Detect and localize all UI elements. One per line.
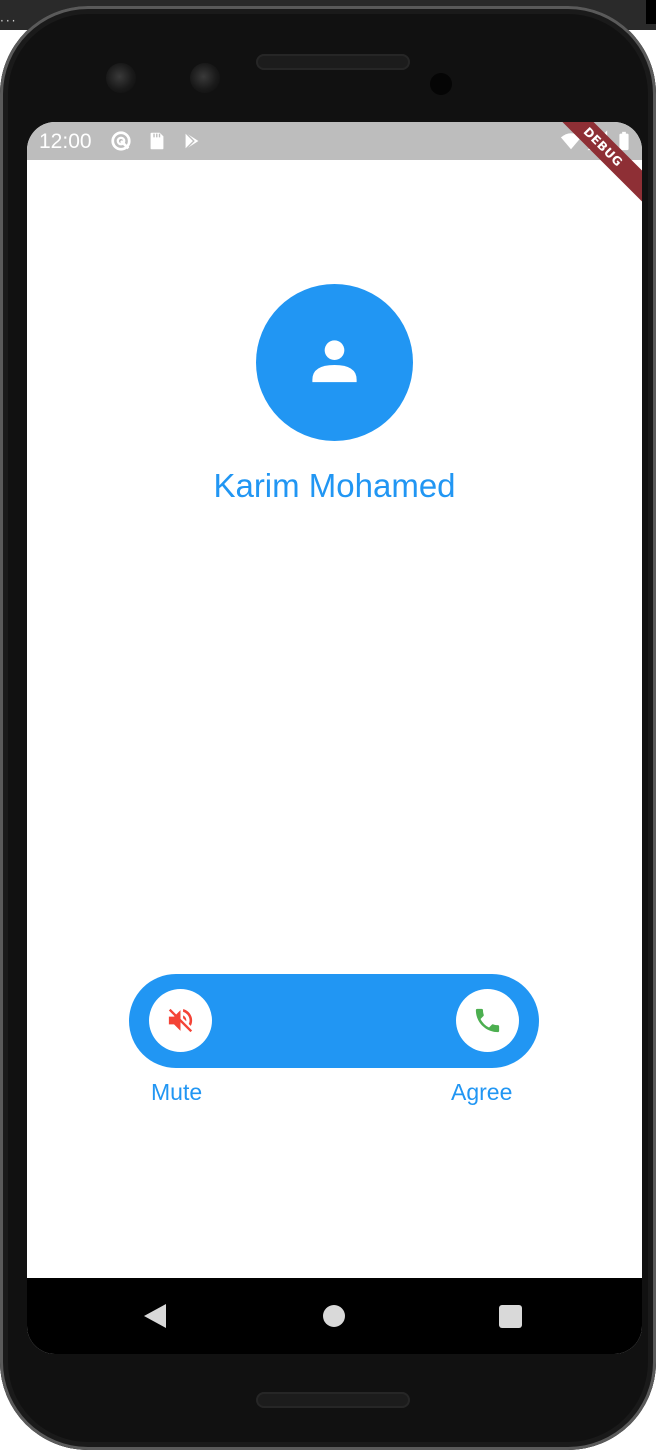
- mute-button[interactable]: [149, 989, 212, 1052]
- bezel-edge: [646, 0, 656, 24]
- agree-label: Agree: [451, 1079, 513, 1105]
- recents-icon[interactable]: [499, 1305, 522, 1328]
- home-icon[interactable]: [323, 1305, 345, 1327]
- volume-off-icon: [168, 1008, 193, 1033]
- bottom-speaker: [256, 1392, 410, 1408]
- front-camera-left: [106, 63, 136, 93]
- proximity-sensor: [430, 73, 452, 95]
- caller-avatar: [256, 284, 413, 441]
- earpiece-speaker: [256, 54, 410, 70]
- agree-button[interactable]: [456, 989, 519, 1052]
- system-navigation-bar: [27, 1278, 642, 1354]
- back-icon[interactable]: [144, 1304, 166, 1328]
- status-time: 12:00: [39, 130, 92, 153]
- status-bar: 12:00 DEBUG: [27, 122, 642, 208]
- sync-icon: [111, 131, 131, 151]
- mute-label: Mute: [151, 1079, 203, 1105]
- phone-icon: [475, 1008, 500, 1033]
- person-icon: [312, 340, 357, 383]
- sd-card-icon: [150, 132, 164, 150]
- window-dots: ···: [0, 14, 18, 28]
- front-camera-right: [190, 63, 220, 93]
- call-action-slider[interactable]: [129, 974, 539, 1068]
- caller-name: Karim Mohamed: [213, 467, 456, 504]
- play-store-icon: [185, 132, 199, 150]
- phone-frame: 12:00 DEBUG Karim Mohamed Mute Agree: [0, 6, 656, 1450]
- device-screen: 12:00 DEBUG Karim Mohamed Mute Agree: [27, 122, 642, 1354]
